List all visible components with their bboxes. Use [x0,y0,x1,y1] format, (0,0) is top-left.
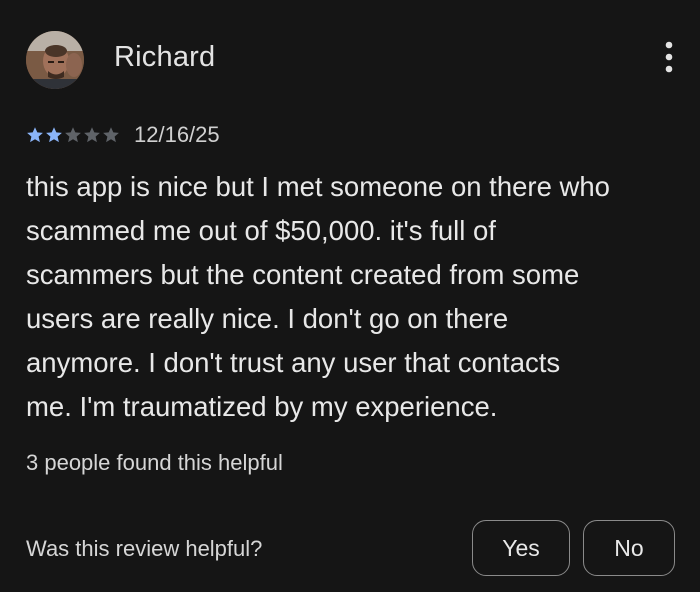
more-options-button[interactable] [642,38,676,78]
helpful-count: 3 people found this helpful [26,450,283,475]
star-filled-icon [45,126,63,144]
review-header: Richard [26,28,676,90]
review-date: 12/16/25 [134,122,220,147]
star-empty-icon [64,126,82,144]
star-filled-icon [26,126,44,144]
review-text: this app is nice but I met someone on th… [26,171,610,422]
more-vert-icon [665,41,673,73]
reviewer-name: Richard [114,41,216,73]
star-empty-icon [102,126,120,144]
star-empty-icon [83,126,101,144]
avatar [26,31,84,89]
rating-row: 12/16/25 [26,120,220,150]
helpful-prompt: Was this review helpful? Yes No [26,520,676,578]
helpful-question: Was this review helpful? [26,536,263,561]
no-button[interactable]: No [583,520,675,576]
star-rating [26,126,120,144]
review-card: Richard 12/16/25 this app is nice but I … [0,0,700,592]
yes-button[interactable]: Yes [472,520,570,576]
